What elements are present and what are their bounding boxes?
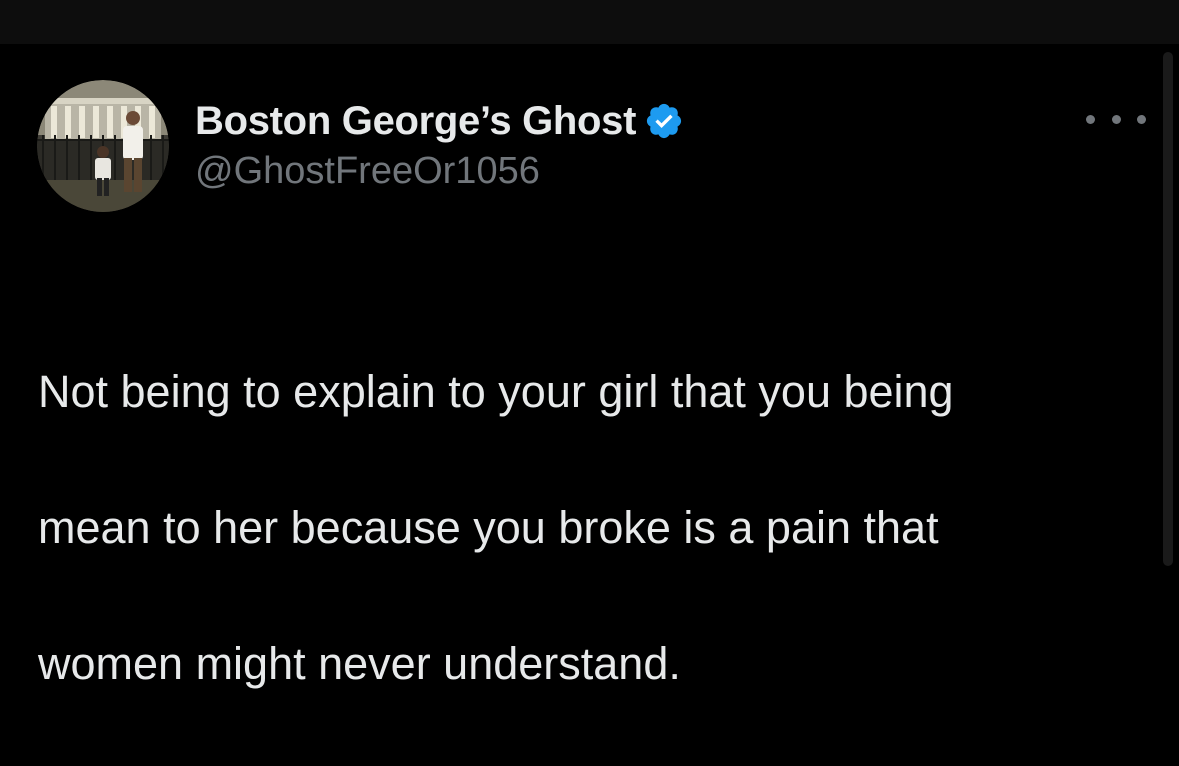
author-name-row[interactable]: Boston George’s Ghost [195,96,684,146]
more-options-icon[interactable] [1086,104,1146,134]
author-handle[interactable]: @GhostFreeOr1056 [195,150,540,193]
more-dot [1086,114,1095,124]
tweet-body: Not being to explain to your girl that y… [38,290,1138,766]
verified-badge-icon [644,101,684,141]
top-bar [0,0,1179,44]
avatar-photo [37,80,169,212]
more-dot [1137,114,1146,124]
more-dot [1111,114,1121,124]
tweet-text-line: women might never understand. [38,638,681,689]
tweet-text-line: Not being to explain to your girl that y… [38,366,954,417]
author-display-name[interactable]: Boston George’s Ghost [195,99,636,144]
scrollbar[interactable] [1163,52,1173,566]
tweet-text-line: mean to her because you broke is a pain … [38,502,939,553]
author-avatar[interactable] [37,80,169,212]
